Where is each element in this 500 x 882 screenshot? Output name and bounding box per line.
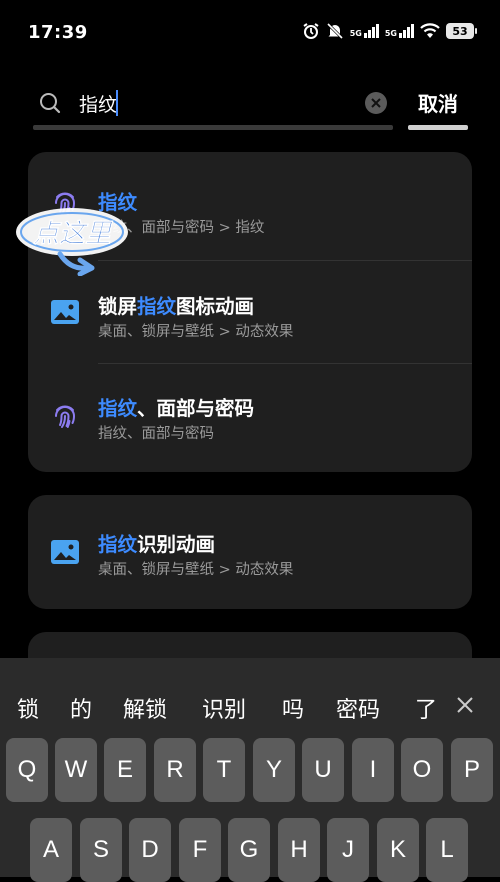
- candidate-item[interactable]: 的: [70, 692, 92, 724]
- fingerprint-icon: [48, 399, 82, 433]
- candidate-item[interactable]: 了: [415, 692, 437, 724]
- key-u[interactable]: U: [302, 738, 344, 802]
- status-time: 17:39: [28, 22, 88, 43]
- cancel-underline: [408, 125, 468, 130]
- key-a[interactable]: A: [30, 818, 72, 882]
- result-title-highlight: 指纹: [137, 295, 177, 318]
- key-f[interactable]: F: [179, 818, 221, 882]
- result-item-fingerprint-face-password[interactable]: 指纹、面部与密码 指纹、面部与密码: [28, 363, 472, 465]
- text-caret: [116, 90, 118, 116]
- key-j[interactable]: J: [327, 818, 369, 882]
- result-title: 、面部与密码: [137, 397, 255, 420]
- result-title-prefix: 锁屏: [98, 295, 138, 318]
- candidate-bar: 锁 的 解锁 识别 吗 密码 了: [0, 658, 500, 728]
- results-card-2: 指纹识别动画 桌面、锁屏与壁纸 > 动态效果: [28, 495, 472, 609]
- battery-indicator: 53: [446, 23, 477, 39]
- candidate-item[interactable]: 吗: [282, 692, 304, 724]
- key-o[interactable]: O: [401, 738, 443, 802]
- signal-2-icon: 5G: [385, 24, 414, 38]
- result-item-fingerprint-animation[interactable]: 指纹识别动画 桌面、锁屏与壁纸 > 动态效果: [28, 495, 472, 609]
- signal-1-icon: 5G: [350, 24, 379, 38]
- alarm-icon: [303, 23, 319, 39]
- key-h[interactable]: H: [278, 818, 320, 882]
- candidate-item[interactable]: 密码: [336, 692, 380, 724]
- clear-search-button[interactable]: [365, 92, 387, 114]
- image-icon: [48, 295, 82, 329]
- wifi-icon: [420, 23, 440, 38]
- key-r[interactable]: R: [154, 738, 196, 802]
- close-icon: [371, 98, 381, 108]
- key-l[interactable]: L: [426, 818, 468, 882]
- key-g[interactable]: G: [228, 818, 270, 882]
- status-bar: 17:39 5G 5G 53: [0, 0, 500, 68]
- key-i[interactable]: I: [352, 738, 394, 802]
- status-icons: 5G 5G 53: [302, 22, 477, 40]
- result-subtitle: 桌面、锁屏与壁纸 > 动态效果: [98, 324, 294, 340]
- key-w[interactable]: W: [55, 738, 97, 802]
- tap-here-sticker: 点这里: [10, 196, 135, 277]
- mute-icon: [326, 22, 343, 40]
- search-underline: [33, 125, 393, 130]
- keyboard: 锁 的 解锁 识别 吗 密码 了 Q W E R T Y U I O P A S…: [0, 658, 500, 882]
- key-t[interactable]: T: [203, 738, 245, 802]
- result-subtitle: 指纹、面部与密码: [98, 426, 214, 442]
- search-input[interactable]: [79, 90, 349, 116]
- result-title: 图标动画: [176, 295, 255, 318]
- result-title-highlight: 指纹: [98, 397, 138, 420]
- key-y[interactable]: Y: [253, 738, 295, 802]
- key-e[interactable]: E: [104, 738, 146, 802]
- candidate-item[interactable]: 锁: [17, 692, 39, 724]
- key-k[interactable]: K: [377, 818, 419, 882]
- candidate-item[interactable]: 解锁: [123, 692, 167, 724]
- key-s[interactable]: S: [80, 818, 122, 882]
- cancel-button[interactable]: 取消: [408, 88, 468, 117]
- result-title-highlight: 指纹: [98, 533, 138, 556]
- result-subtitle: 桌面、锁屏与壁纸 > 动态效果: [98, 562, 294, 578]
- sticker-label: 点这里: [32, 219, 114, 249]
- key-q[interactable]: Q: [6, 738, 48, 802]
- close-candidates-icon[interactable]: [456, 696, 474, 714]
- candidate-item[interactable]: 识别: [202, 692, 246, 724]
- result-title: 识别动画: [137, 533, 216, 556]
- key-p[interactable]: P: [451, 738, 493, 802]
- key-d[interactable]: D: [129, 818, 171, 882]
- image-icon: [48, 535, 82, 569]
- search-bar: [33, 80, 393, 126]
- search-icon: [40, 93, 61, 114]
